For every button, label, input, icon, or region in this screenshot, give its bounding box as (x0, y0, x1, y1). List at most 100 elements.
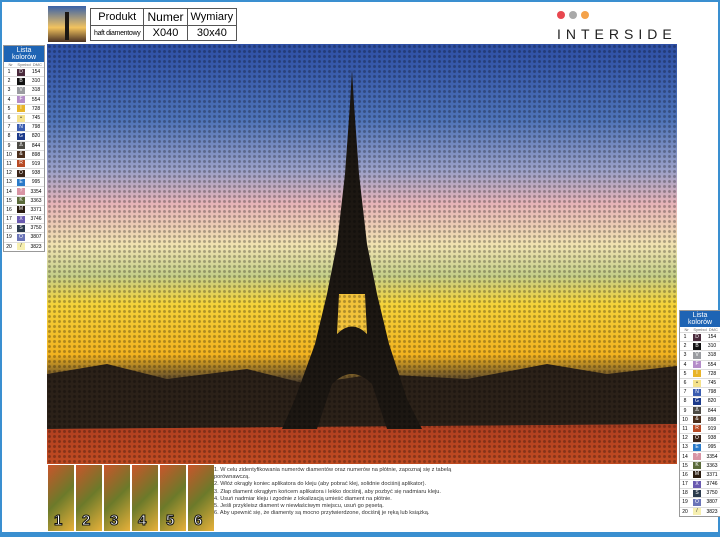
legend-dmc-code: 3750 (706, 490, 718, 497)
legend-dmc-code: 3807 (30, 234, 42, 241)
legend-symbol-swatch: D (17, 68, 25, 76)
legend-nr: 12 (682, 435, 688, 442)
legend-row: 9 Δ 844 (680, 405, 720, 415)
legend-nr: 8 (7, 133, 11, 140)
legend-dmc-code: 3750 (30, 225, 42, 232)
legend-dmc-code: 154 (707, 334, 717, 341)
legend-symbol-swatch: K (17, 197, 25, 205)
legend-row: 5 I 728 (680, 368, 720, 378)
step-number: 5 (165, 512, 175, 530)
legend-symbol-swatch: V (17, 86, 25, 94)
instruction-item: 4. Usuń nadmiar kleju i zgodnie z lokali… (214, 495, 392, 502)
step-number: 4 (137, 512, 147, 530)
legend-symbol-swatch: & (693, 416, 701, 424)
legend-dmc-code: 820 (707, 398, 717, 405)
legend-nr: 20 (6, 243, 12, 250)
instruction-item: 5. Jeśli przykleisz diament w niewłaściw… (214, 503, 384, 510)
legend-row: 7 N 798 (680, 387, 720, 396)
instruction-item: 2. Włóż okrągły koniec aplikatora do kle… (214, 481, 427, 488)
step-picture: 6 (188, 465, 214, 531)
legend-nr: 1 (7, 69, 11, 76)
legend-nr: 7 (7, 124, 11, 131)
legend-dmc-code: 728 (707, 370, 717, 377)
product-label: Produkt (89, 8, 145, 26)
legend-symbol-swatch: O (693, 434, 701, 442)
legend-nr: 8 (683, 398, 687, 405)
legend-row: 20 / 3823 (4, 241, 44, 251)
step-picture: 3 (104, 465, 130, 531)
legend-symbol-swatch: M (693, 471, 701, 479)
step-pictures: 123456 (48, 465, 214, 531)
step-picture: 1 (48, 465, 74, 531)
legend-nr: 9 (683, 407, 687, 414)
legend-row: 3 V 318 (4, 85, 44, 94)
legend-row: 2 B 310 (4, 76, 44, 85)
legend-row: 15 K 3363 (4, 195, 44, 205)
legend-dmc-code: 3363 (30, 197, 42, 204)
legend-dmc-code: 3354 (30, 188, 42, 195)
legend-nr: 19 (6, 234, 12, 241)
legend-nr: 15 (6, 197, 12, 204)
legend-nr: 5 (683, 370, 687, 377)
legend-symbol-swatch: E (17, 178, 25, 186)
logo-dots (557, 6, 707, 24)
legend-dmc-code: 318 (31, 87, 41, 94)
legend-symbol-swatch: E (693, 443, 701, 451)
legend-nr: 17 (6, 216, 12, 223)
legend-dmc-code: 745 (31, 115, 41, 122)
legend-row: 13 E 995 (4, 177, 44, 186)
legend-row: 14? 3354 (680, 451, 720, 461)
legend-col-nr: Nr (8, 62, 13, 67)
legend-nr: 11 (6, 160, 12, 167)
legend-col-dmc: DMC (32, 62, 42, 67)
legend-nr: 20 (682, 508, 688, 515)
legend-nr: 4 (683, 361, 687, 368)
legend-row: 18 S 3750 (4, 223, 44, 232)
legend-dmc-code: 898 (31, 151, 41, 158)
legend-dmc-code: 938 (707, 435, 717, 442)
legend-dmc-code: 3354 (706, 453, 718, 460)
legend-dmc-code: 798 (707, 389, 717, 396)
step-number: 6 (193, 512, 203, 530)
instructions-list: 1. W celu zidentyfikowania numerów diame… (214, 467, 484, 517)
legend-title: Lista kolorów (680, 311, 720, 327)
instruction-item: 1. W celu zidentyfikowania numerów diame… (214, 467, 452, 481)
legend-symbol-swatch: G (693, 397, 701, 405)
legend-symbol-swatch: N (693, 388, 701, 396)
legend-row: 16 M 3371 (4, 204, 44, 214)
legend-dmc-code: 3746 (706, 481, 718, 488)
legend-dmc-code: 318 (707, 352, 717, 359)
legend-symbol-swatch: ? (693, 453, 701, 461)
legend-dmc-code: 995 (31, 179, 41, 186)
legend-nr: 17 (682, 481, 688, 488)
legend-nr: 1 (683, 334, 687, 341)
legend-dmc-code: 554 (31, 96, 41, 103)
legend-nr: 3 (683, 352, 687, 359)
legend-nr: 9 (7, 142, 11, 149)
legend-dmc-code: 938 (31, 170, 41, 177)
legend-symbol-swatch: S (17, 224, 25, 232)
step-picture: 5 (160, 465, 186, 531)
legend-nr: 19 (682, 499, 688, 506)
step-picture: 4 (132, 465, 158, 531)
legend-dmc-code: 919 (707, 425, 717, 432)
legend-dmc-code: 3807 (706, 499, 718, 506)
legend-dmc-code: 728 (31, 105, 41, 112)
legend-dmc-code: 919 (31, 160, 41, 167)
legend-row: 9 Δ 844 (4, 140, 44, 150)
legend-symbol-swatch: O (17, 169, 25, 177)
legend-symbol-swatch: • (17, 114, 25, 122)
legend-dmc-code: 310 (31, 78, 41, 85)
legend-nr: 15 (682, 462, 688, 469)
number-value: X040 (143, 25, 188, 41)
number-label: Numer (143, 8, 188, 26)
legend-title: Lista kolorów (4, 46, 44, 62)
color-legend-right: Lista kolorów Nr Symbol DMC 1 D 154 2 B 310 3 V 318 4… (679, 310, 720, 517)
legend-symbol-swatch: • (693, 379, 701, 387)
legend-row: 8 G 820 (4, 131, 44, 140)
legend-dmc-code: 3823 (30, 243, 42, 250)
legend-nr: 6 (683, 380, 687, 387)
size-value: 30x40 (186, 25, 238, 41)
legend-symbol-swatch: F (17, 96, 25, 104)
legend-nr: 12 (6, 170, 12, 177)
